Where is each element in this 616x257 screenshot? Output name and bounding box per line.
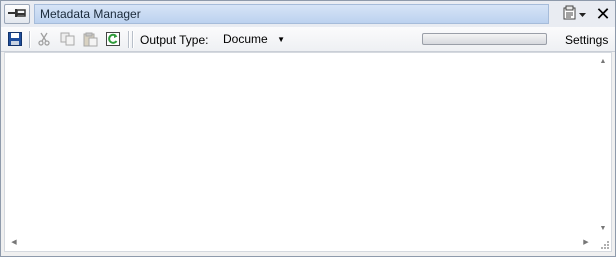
vertical-scrollbar[interactable]: ▲ ▼ xyxy=(595,53,611,236)
cut-icon[interactable] xyxy=(36,31,52,47)
toolbar-separator xyxy=(29,31,31,48)
chevron-down-icon: ▼ xyxy=(277,35,285,44)
output-type-label: Output Type: xyxy=(140,33,209,47)
scroll-down-icon[interactable]: ▼ xyxy=(595,222,611,236)
scroll-left-icon[interactable]: ◀ xyxy=(7,236,21,250)
resize-grip-icon[interactable] xyxy=(598,238,610,250)
toolbar-separator xyxy=(132,31,134,48)
output-area[interactable]: ▲ ▼ ◀ ▶ xyxy=(4,52,612,252)
scroll-right-icon[interactable]: ▶ xyxy=(579,236,593,250)
metadata-manager-window: Metadata Manager ✕ Output Type: Docume ▼… xyxy=(0,0,616,257)
refresh-icon[interactable] xyxy=(105,31,121,47)
output-type-value: Docume xyxy=(223,32,268,46)
copy-icon[interactable] xyxy=(59,31,75,47)
settings-button[interactable]: Settings xyxy=(565,32,608,48)
progress-bar xyxy=(422,33,547,45)
close-icon: ✕ xyxy=(595,4,611,24)
save-icon[interactable] xyxy=(7,31,23,47)
close-button[interactable]: ✕ xyxy=(593,4,613,24)
paste-icon[interactable] xyxy=(82,31,98,47)
horizontal-scrollbar[interactable]: ◀ ▶ xyxy=(5,235,595,251)
output-type-select[interactable]: Docume ▼ xyxy=(219,30,289,49)
pin-button[interactable] xyxy=(4,4,30,24)
scroll-up-icon[interactable]: ▲ xyxy=(595,55,611,69)
chevron-down-icon xyxy=(579,7,586,21)
pin-icon xyxy=(8,7,26,21)
properties-icon xyxy=(562,5,578,24)
window-title: Metadata Manager xyxy=(34,4,549,24)
title-bar: Metadata Manager ✕ xyxy=(1,1,615,27)
properties-dropdown-button[interactable] xyxy=(557,4,591,24)
toolbar-separator xyxy=(128,31,130,48)
toolbar: Output Type: Docume ▼ Settings xyxy=(1,27,615,52)
